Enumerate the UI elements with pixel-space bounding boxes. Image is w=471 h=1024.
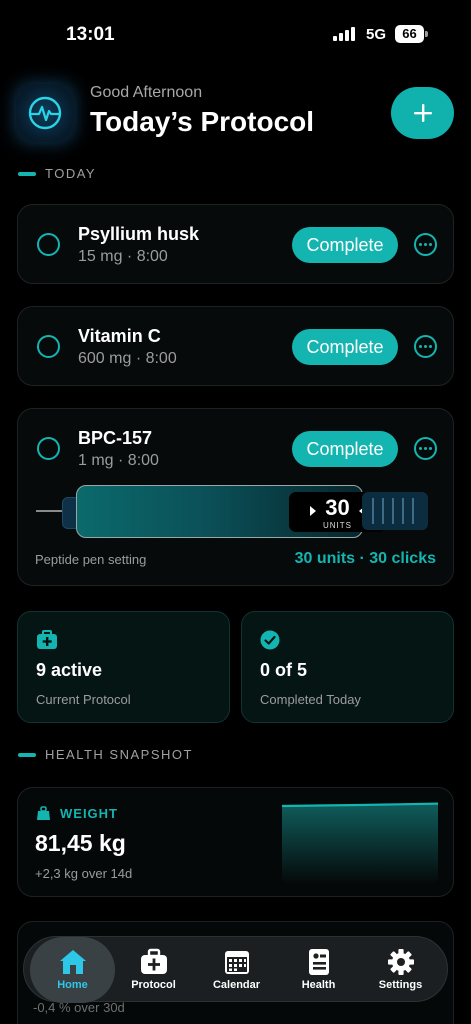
- section-dash: [18, 171, 36, 176]
- medkit-icon: [37, 630, 57, 649]
- more-options-icon[interactable]: [414, 335, 437, 358]
- weight-change: +2,3 kg over 14d: [35, 866, 133, 881]
- medication-detail: 15 mg · 8:00: [78, 248, 168, 265]
- stat-card-completed[interactable]: 0 of 5 Completed Today: [241, 611, 454, 723]
- checkbox-circle[interactable]: [37, 233, 60, 256]
- gear-icon: [387, 949, 414, 975]
- checkbox-circle[interactable]: [37, 437, 60, 460]
- tab-label: Protocol: [131, 979, 176, 991]
- medication-name: BPC-157: [78, 428, 153, 448]
- pen-setting-value: 30 units · 30 clicks: [294, 550, 436, 567]
- more-options-icon[interactable]: [414, 437, 437, 460]
- complete-button[interactable]: Complete: [292, 431, 398, 467]
- home-icon: [59, 950, 86, 974]
- health-record-icon: [308, 949, 329, 975]
- stat-value: 0 of 5: [260, 660, 308, 680]
- greeting-text: Good Afternoon: [90, 84, 203, 101]
- section-title: TODAY: [45, 166, 97, 181]
- tab-label: Calendar: [212, 979, 261, 991]
- arrow-right-icon: [310, 506, 316, 516]
- tab-protocol[interactable]: Protocol: [111, 937, 196, 1003]
- stat-label: Completed Today: [260, 692, 361, 707]
- stat-card-protocol[interactable]: 9 active Current Protocol: [17, 611, 230, 723]
- signal-icon: [333, 27, 357, 41]
- check-circle-icon: [260, 630, 280, 650]
- status-time: 13:01: [66, 24, 115, 45]
- medication-detail: 600 mg · 8:00: [78, 350, 177, 367]
- tab-label: Home: [57, 979, 88, 991]
- weight-value: 81,45 kg: [35, 830, 126, 856]
- battery-tip: [425, 31, 428, 37]
- app-logo-icon: [16, 84, 74, 142]
- pen-grip: [362, 492, 428, 530]
- weight-label: WEIGHT: [60, 806, 118, 821]
- stat-value: 9 active: [36, 660, 103, 680]
- medication-card[interactable]: Vitamin C 600 mg · 8:00 Complete: [17, 306, 454, 386]
- add-button[interactable]: [391, 87, 454, 139]
- medication-name: Vitamin C: [78, 326, 161, 346]
- tab-label: Settings: [378, 979, 423, 991]
- plus-icon: [413, 104, 432, 122]
- peptide-pen-graphic: 30 UNITS: [36, 485, 436, 539]
- status-bar: 13:01 5G 66: [0, 0, 471, 70]
- tab-home[interactable]: Home: [30, 937, 115, 1003]
- section-health: HEALTH SNAPSHOT: [18, 747, 193, 762]
- scale-icon: [37, 806, 50, 820]
- checkbox-circle[interactable]: [37, 335, 60, 358]
- medkit-icon: [140, 948, 167, 974]
- complete-button[interactable]: Complete: [292, 227, 398, 263]
- tab-health[interactable]: Health: [276, 937, 361, 1003]
- complete-button[interactable]: Complete: [292, 329, 398, 365]
- medication-card-peptide[interactable]: BPC-157 1 mg · 8:00 Complete 30 UNITS Pe…: [17, 408, 454, 586]
- pen-needle: [36, 510, 62, 512]
- stat-label: Current Protocol: [36, 692, 131, 707]
- tab-label: Health: [301, 979, 336, 991]
- weight-sparkline: [281, 802, 439, 884]
- tab-calendar[interactable]: Calendar: [194, 937, 279, 1003]
- medication-card[interactable]: Psyllium husk 15 mg · 8:00 Complete: [17, 204, 454, 284]
- section-title: HEALTH SNAPSHOT: [45, 747, 193, 762]
- more-options-icon[interactable]: [414, 233, 437, 256]
- section-dash: [18, 752, 36, 757]
- medication-name: Psyllium husk: [78, 224, 200, 244]
- network-type: 5G: [366, 26, 387, 43]
- weight-card[interactable]: WEIGHT 81,45 kg +2,3 kg over 14d: [17, 787, 454, 897]
- pen-body: 30 UNITS: [76, 485, 386, 538]
- medication-detail: 1 mg · 8:00: [78, 452, 159, 469]
- pen-setting-label: Peptide pen setting: [35, 552, 147, 567]
- page-title: Today’s Protocol: [90, 106, 315, 137]
- section-today: TODAY: [18, 166, 96, 181]
- calendar-icon: [224, 951, 249, 974]
- tab-bar: Home Protocol Calendar Health Settings: [23, 936, 448, 1003]
- tab-settings[interactable]: Settings: [358, 937, 443, 1003]
- battery-icon: 66: [395, 25, 424, 43]
